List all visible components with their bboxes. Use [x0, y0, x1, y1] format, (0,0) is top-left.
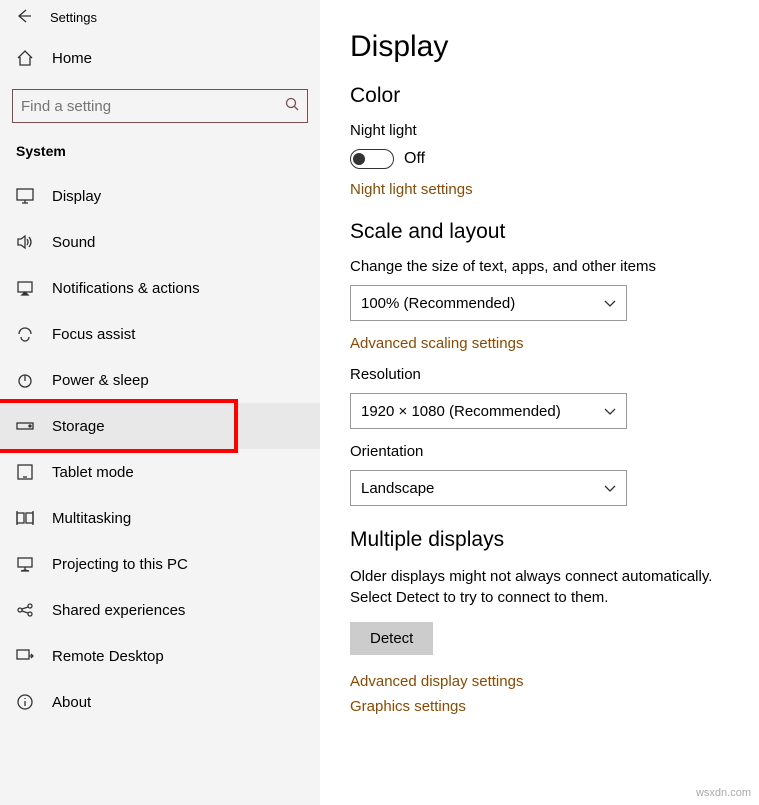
chevron-down-icon: [604, 480, 616, 497]
multitasking-icon: [16, 509, 34, 527]
night-light-toggle[interactable]: [350, 149, 394, 169]
sidebar-item-sound[interactable]: Sound: [0, 219, 320, 265]
sidebar-item-label: About: [52, 694, 91, 711]
sidebar-item-power-sleep[interactable]: Power & sleep: [0, 357, 320, 403]
notifications-icon: [16, 279, 34, 297]
night-light-settings-link[interactable]: Night light settings: [350, 181, 759, 198]
search-icon: [285, 97, 299, 116]
sidebar-item-label: Power & sleep: [52, 372, 149, 389]
resolution-select[interactable]: 1920 × 1080 (Recommended): [350, 393, 627, 429]
night-light-label: Night light: [350, 122, 759, 139]
tablet-icon: [16, 463, 34, 481]
section-multiple-displays: Multiple displays: [350, 528, 759, 552]
advanced-scaling-link[interactable]: Advanced scaling settings: [350, 335, 759, 352]
night-light-state: Off: [404, 150, 425, 168]
sidebar: Settings Home System Display Sound Notif…: [0, 0, 320, 805]
scale-size-label: Change the size of text, apps, and other…: [350, 258, 759, 275]
sidebar-item-projecting[interactable]: Projecting to this PC: [0, 541, 320, 587]
section-color: Color: [350, 84, 759, 108]
chevron-down-icon: [604, 403, 616, 420]
sidebar-item-storage[interactable]: Storage: [0, 403, 320, 449]
sidebar-item-label: Tablet mode: [52, 464, 134, 481]
sidebar-items: Display Sound Notifications & actions Fo…: [0, 173, 320, 725]
section-scale: Scale and layout: [350, 220, 759, 244]
sidebar-item-label: Remote Desktop: [52, 648, 164, 665]
toggle-knob: [353, 153, 365, 165]
sidebar-home-label: Home: [52, 50, 92, 67]
storage-icon: [16, 417, 34, 435]
watermark: wsxdn.com: [696, 787, 751, 799]
orientation-label: Orientation: [350, 443, 759, 460]
sidebar-item-label: Sound: [52, 234, 95, 251]
search-box[interactable]: [12, 89, 308, 123]
sidebar-item-display[interactable]: Display: [0, 173, 320, 219]
window-header: Settings: [0, 0, 320, 35]
sidebar-item-tablet-mode[interactable]: Tablet mode: [0, 449, 320, 495]
page-title: Display: [350, 30, 759, 64]
resolution-label: Resolution: [350, 366, 759, 383]
home-icon: [16, 49, 34, 67]
graphics-settings-link[interactable]: Graphics settings: [350, 698, 759, 715]
about-icon: [16, 693, 34, 711]
sidebar-item-focus-assist[interactable]: Focus assist: [0, 311, 320, 357]
resolution-value: 1920 × 1080 (Recommended): [361, 403, 561, 420]
sidebar-home[interactable]: Home: [0, 35, 320, 81]
scale-size-value: 100% (Recommended): [361, 295, 515, 312]
sidebar-item-label: Shared experiences: [52, 602, 185, 619]
sidebar-item-label: Notifications & actions: [52, 280, 200, 297]
sidebar-item-label: Storage: [52, 418, 105, 435]
sidebar-item-label: Focus assist: [52, 326, 135, 343]
remote-desktop-icon: [16, 647, 34, 665]
sidebar-item-multitasking[interactable]: Multitasking: [0, 495, 320, 541]
advanced-display-settings-link[interactable]: Advanced display settings: [350, 673, 759, 690]
back-icon[interactable]: [16, 8, 32, 27]
sidebar-item-shared-experiences[interactable]: Shared experiences: [0, 587, 320, 633]
night-light-toggle-row: Off: [350, 149, 759, 169]
window-title: Settings: [50, 10, 97, 25]
sidebar-item-label: Projecting to this PC: [52, 556, 188, 573]
sidebar-section-title: System: [0, 143, 320, 173]
search-input[interactable]: [21, 98, 257, 115]
chevron-down-icon: [604, 295, 616, 312]
sidebar-item-about[interactable]: About: [0, 679, 320, 725]
highlight-annotation: [0, 399, 238, 453]
projecting-icon: [16, 555, 34, 573]
focus-assist-icon: [16, 325, 34, 343]
scale-size-select[interactable]: 100% (Recommended): [350, 285, 627, 321]
sidebar-item-label: Multitasking: [52, 510, 131, 527]
display-icon: [16, 187, 34, 205]
detect-button[interactable]: Detect: [350, 622, 433, 655]
sidebar-item-notifications[interactable]: Notifications & actions: [0, 265, 320, 311]
power-icon: [16, 371, 34, 389]
sidebar-item-label: Display: [52, 188, 101, 205]
main-content: Display Color Night light Off Night ligh…: [320, 0, 759, 805]
sidebar-item-remote-desktop[interactable]: Remote Desktop: [0, 633, 320, 679]
orientation-select[interactable]: Landscape: [350, 470, 627, 506]
multiple-displays-desc: Older displays might not always connect …: [350, 566, 755, 608]
sound-icon: [16, 233, 34, 251]
shared-icon: [16, 601, 34, 619]
orientation-value: Landscape: [361, 480, 434, 497]
